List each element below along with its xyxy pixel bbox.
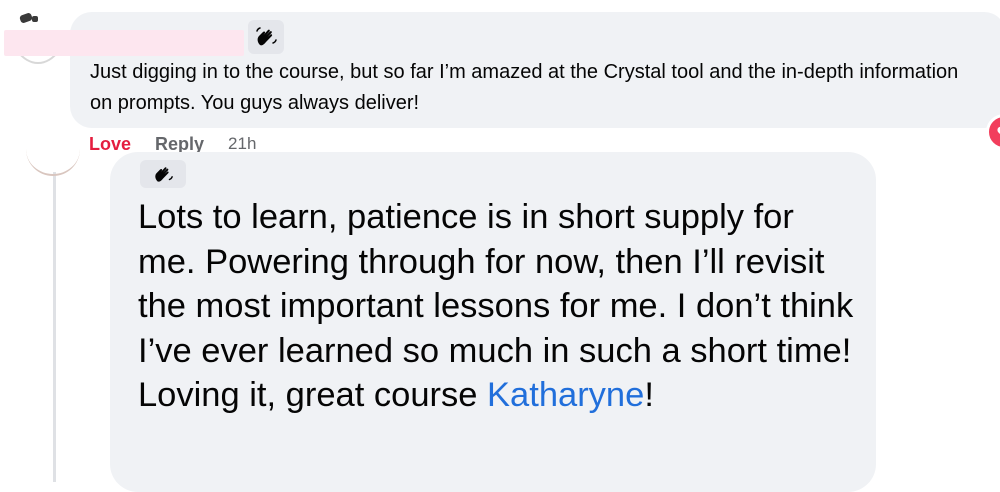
author-badge[interactable]: [140, 160, 186, 188]
avatar-commenter-2[interactable]: [26, 140, 80, 176]
heart-icon: [997, 126, 1000, 134]
avatar-detail: [32, 16, 38, 22]
reply-text: Lots to learn, patience is in short supp…: [138, 195, 858, 418]
author-name-redacted: [4, 30, 244, 56]
comment-text: Just digging in to the course, but so fa…: [90, 61, 959, 114]
waving-hand-icon: [256, 27, 277, 46]
love-button[interactable]: Love: [89, 134, 131, 155]
thread-connector: [53, 172, 56, 482]
author-badge[interactable]: [248, 20, 284, 54]
reply-suffix: !: [644, 376, 654, 414]
waving-hand-icon: [155, 167, 173, 182]
mention-link[interactable]: Katharyne: [487, 376, 644, 414]
comment-timestamp[interactable]: 21h: [228, 134, 256, 154]
